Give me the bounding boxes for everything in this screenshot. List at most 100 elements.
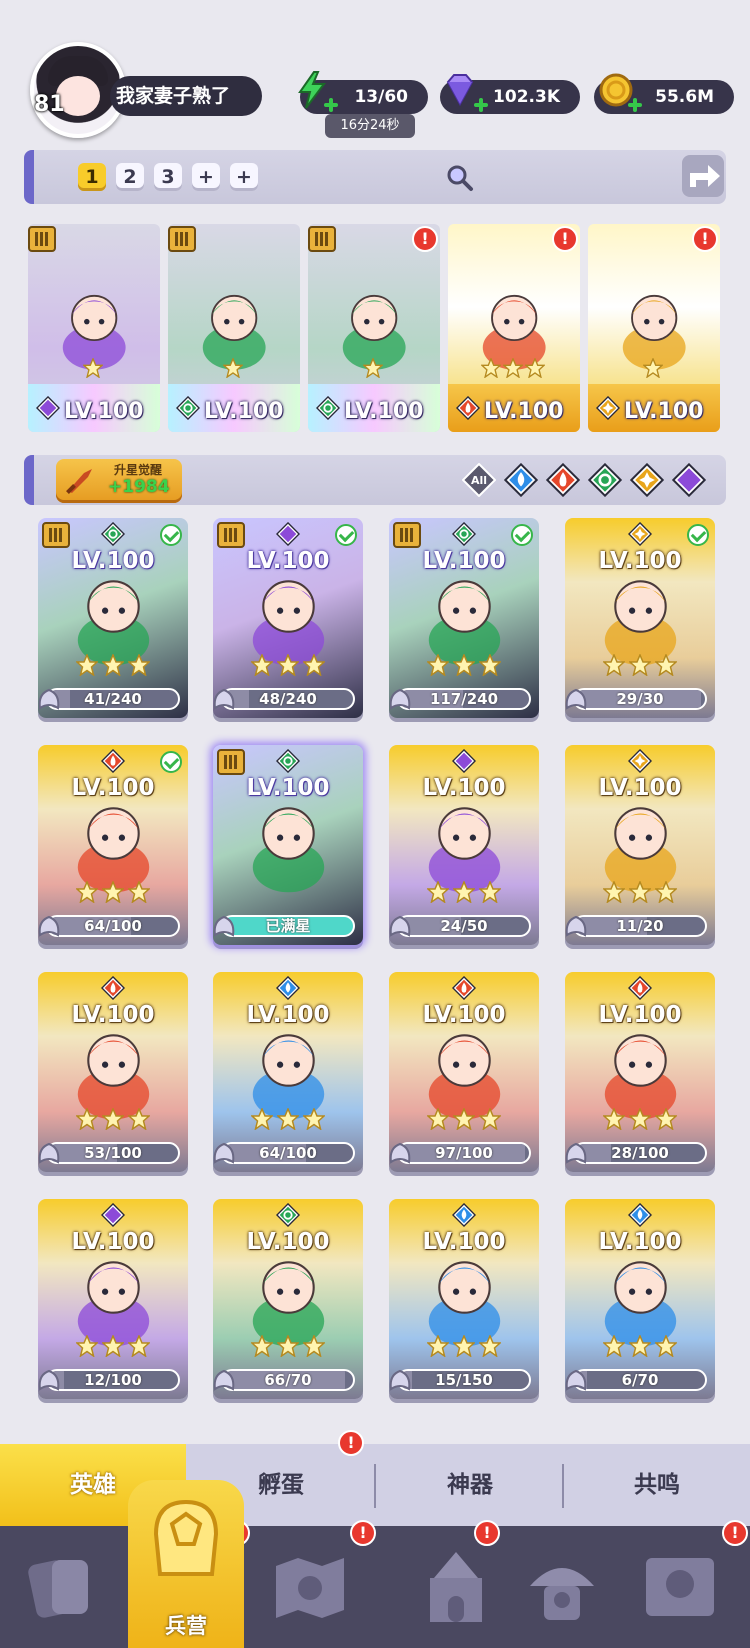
star-icon: [427, 1335, 449, 1357]
hero-card[interactable]: LV.100 已满星: [213, 745, 363, 945]
light-element-icon: [628, 749, 652, 773]
sub-tabs: 英雄 孵蛋 神器 共鸣 !: [0, 1430, 750, 1526]
map-alert-badge: !: [350, 1520, 376, 1546]
star-icon: [427, 654, 449, 676]
hero-card[interactable]: LV.100 11/20: [565, 745, 715, 945]
filter-all-button[interactable]: All: [462, 463, 496, 497]
star-icon: [277, 654, 299, 676]
star-icon: [363, 358, 383, 378]
dark-element-icon: [36, 396, 60, 420]
team-tab-2[interactable]: 2: [116, 163, 144, 191]
hero-card[interactable]: LV.100 64/100: [38, 745, 188, 945]
hero-shard-icon: [389, 1142, 411, 1164]
hero-level: LV.100: [64, 399, 144, 424]
hero-level: LV.100: [71, 775, 155, 801]
add-team-button[interactable]: +: [192, 163, 220, 191]
hero-level: LV.100: [71, 548, 155, 574]
star-icon: [655, 654, 677, 676]
hero-shard-icon: [565, 915, 587, 937]
filter-water-button[interactable]: [504, 463, 538, 497]
hero-card[interactable]: LV.100 41/240: [38, 518, 188, 718]
star-icon: [427, 881, 449, 903]
hero-card[interactable]: LV.100 15/150: [389, 1199, 539, 1399]
hero-card[interactable]: LV.100 97/100: [389, 972, 539, 1172]
shard-progress-bar: 24/50: [397, 915, 531, 937]
hero-card[interactable]: LV.100 6/70: [565, 1199, 715, 1399]
star-icon: [603, 654, 625, 676]
awaken-button[interactable]: 升星觉醒 +1984: [56, 459, 182, 503]
star-icon: [128, 654, 150, 676]
filter-nature-button[interactable]: [588, 463, 622, 497]
hero-card[interactable]: LV.100 66/70: [213, 1199, 363, 1399]
star-icon: [453, 654, 475, 676]
player-level: 81: [34, 92, 65, 117]
hero-card[interactable]: LV.100 28/100: [565, 972, 715, 1172]
lineup-slot[interactable]: LV.100: [168, 224, 300, 432]
water-element-icon: [276, 976, 300, 1000]
hero-filter-bar: 升星觉醒 +1984 All: [24, 455, 726, 505]
dark-element-icon: [276, 522, 300, 546]
shard-progress-text: 41/240: [84, 690, 142, 708]
hero-level: LV.100: [246, 548, 330, 574]
shard-progress-text: 29/30: [616, 690, 664, 708]
hero-level: LV.100: [598, 775, 682, 801]
cards-icon[interactable]: [22, 1548, 102, 1628]
filter-fire-button[interactable]: [546, 463, 580, 497]
search-icon[interactable]: [444, 162, 474, 192]
hero-card[interactable]: LV.100 24/50: [389, 745, 539, 945]
lineup-slot[interactable]: LV.100!: [448, 224, 580, 432]
star-icon: [102, 654, 124, 676]
tab-resonance[interactable]: 共鸣: [564, 1444, 750, 1526]
lineup-slot[interactable]: LV.100!: [308, 224, 440, 432]
hero-card[interactable]: LV.100 48/240: [213, 518, 363, 718]
mushroom-house-icon[interactable]: [522, 1548, 602, 1628]
team-tab-1[interactable]: 1: [78, 163, 106, 191]
star-icon: [629, 654, 651, 676]
check-icon: [160, 751, 182, 773]
map-icon[interactable]: [270, 1548, 350, 1628]
player-name[interactable]: 我家妻子熟了: [110, 76, 262, 116]
nav-barracks[interactable]: 兵营: [128, 1480, 244, 1648]
bottom-nav: ! ! ! !: [0, 1520, 750, 1648]
star-icon: [603, 881, 625, 903]
star-icon: [479, 1335, 501, 1357]
star-icon: [128, 881, 150, 903]
add-team-button-2[interactable]: +: [230, 163, 258, 191]
team-selector: 1 2 3 + +: [24, 150, 726, 204]
hero-card[interactable]: LV.100 53/100: [38, 972, 188, 1172]
team-tab-3[interactable]: 3: [154, 163, 182, 191]
shard-progress-text: 已满星: [265, 917, 311, 935]
hero-card[interactable]: LV.100 12/100: [38, 1199, 188, 1399]
shard-progress-text: 15/150: [435, 1371, 493, 1389]
star-icon: [479, 654, 501, 676]
tab-artifacts[interactable]: 神器: [376, 1444, 564, 1526]
lineup-slot[interactable]: LV.100!: [588, 224, 720, 432]
hero-level: LV.100: [71, 1229, 155, 1255]
hero-shard-icon: [38, 915, 60, 937]
hero-card[interactable]: LV.100 117/240: [389, 518, 539, 718]
banner-icon[interactable]: [640, 1548, 720, 1628]
shard-progress-text: 11/20: [616, 917, 664, 935]
shard-progress-text: 64/100: [84, 917, 142, 935]
hero-portrait: [252, 807, 324, 893]
fire-element-icon: [452, 976, 476, 1000]
add-gold-button[interactable]: [628, 98, 642, 112]
hero-card[interactable]: LV.100 29/30: [565, 518, 715, 718]
hero-card[interactable]: LV.100 64/100: [213, 972, 363, 1172]
shard-progress-text: 97/100: [435, 1144, 493, 1162]
star-icon: [503, 358, 523, 378]
filter-light-button[interactable]: [630, 463, 664, 497]
shard-progress-text: 24/50: [440, 917, 488, 935]
share-icon[interactable]: [680, 153, 726, 199]
water-element-icon: [452, 1203, 476, 1227]
rank-badge: [42, 522, 70, 548]
add-energy-button[interactable]: [324, 98, 338, 112]
rank-badge: [308, 226, 336, 252]
hero-shard-icon: [389, 1369, 411, 1391]
add-gems-button[interactable]: [474, 98, 488, 112]
star-icon: [453, 881, 475, 903]
lineup-slot[interactable]: LV.100: [28, 224, 160, 432]
castle-icon[interactable]: [416, 1548, 496, 1628]
star-icon: [655, 1335, 677, 1357]
filter-dark-button[interactable]: [672, 463, 706, 497]
